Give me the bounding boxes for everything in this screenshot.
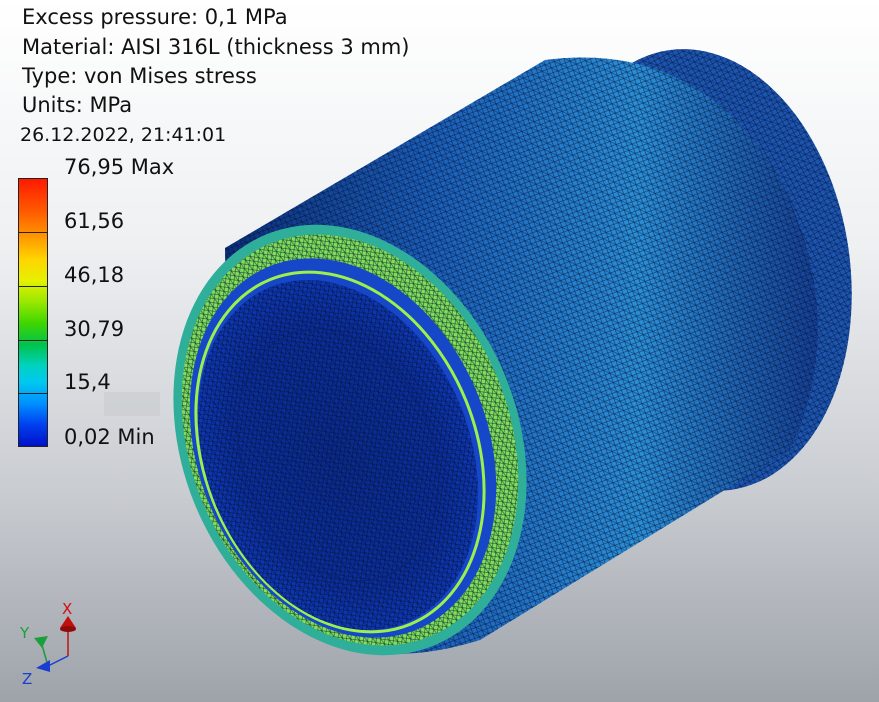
legend-max-label: 76,95 Max <box>64 155 175 179</box>
legend-label-3: 46,18 <box>64 263 125 287</box>
z-axis-arrow <box>36 660 50 672</box>
legend-label-backdrop <box>104 392 160 416</box>
y-axis-label: Y <box>19 624 30 642</box>
legend-label-2: 61,56 <box>64 209 125 233</box>
legend-tick <box>18 232 48 233</box>
stress-legend-bar <box>18 178 48 447</box>
x-axis-label: X <box>62 600 72 618</box>
z-axis-label: Z <box>22 670 32 688</box>
result-type-label: Type: von Mises stress <box>22 64 257 88</box>
pressure-label: Excess pressure: 0,1 MPa <box>22 5 288 29</box>
material-label: Material: AISI 316L (thickness 3 mm) <box>22 35 410 59</box>
axis-triad-icon[interactable]: X Y Z <box>18 598 88 690</box>
legend-label-5: 15,4 <box>64 370 111 394</box>
fea-viewport[interactable]: Excess pressure: 0,1 MPa Material: AISI … <box>0 0 879 702</box>
legend-tick <box>18 286 48 287</box>
timestamp-label: 26.12.2022, 21:41:01 <box>20 124 227 146</box>
y-axis-arrow <box>34 636 48 648</box>
legend-label-4: 30,79 <box>64 317 125 341</box>
legend-tick <box>18 340 48 341</box>
legend-tick <box>18 393 48 394</box>
units-label: Units: MPa <box>22 93 133 117</box>
legend-min-label: 0,02 Min <box>64 425 155 449</box>
